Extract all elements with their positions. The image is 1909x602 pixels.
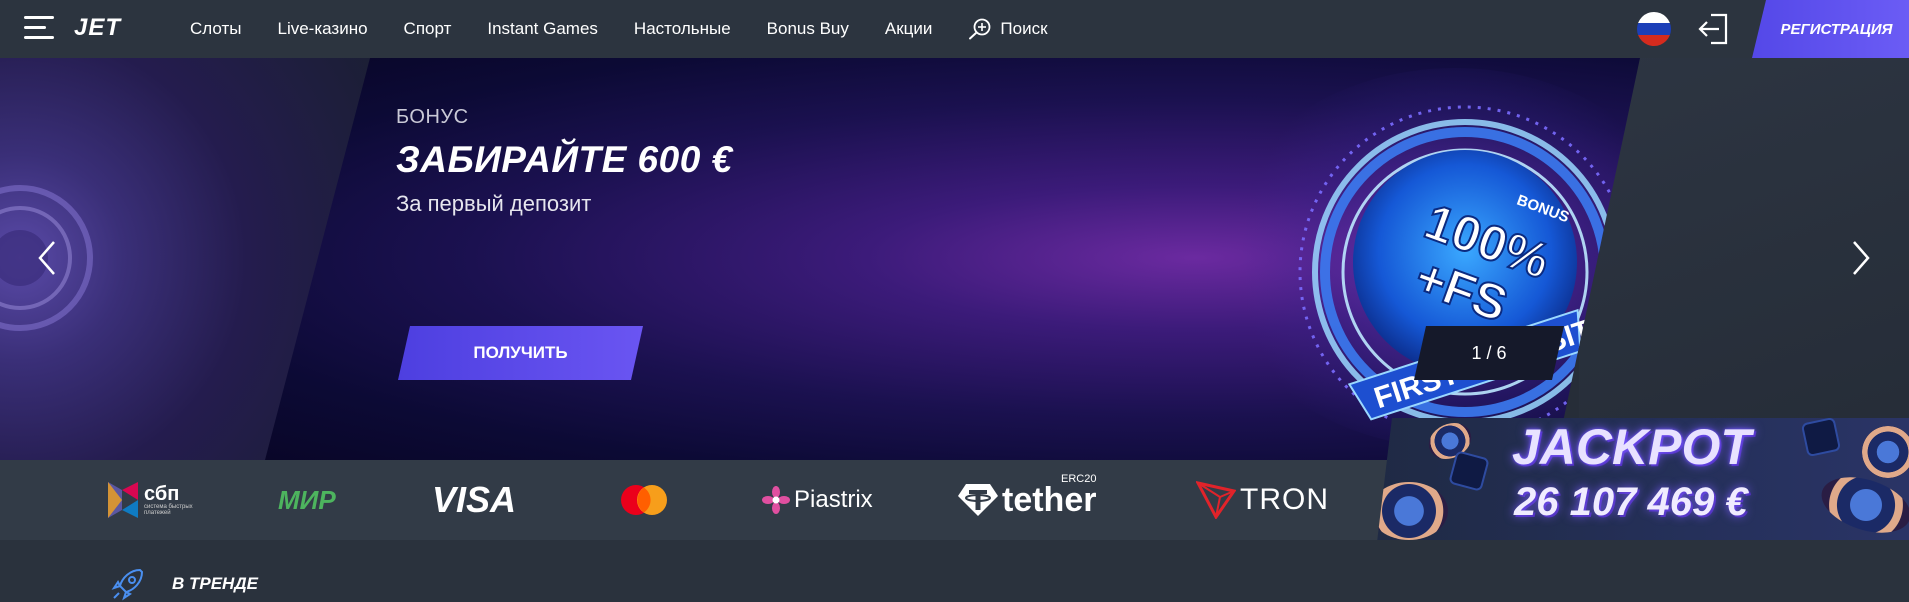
chevron-left-icon[interactable] — [32, 238, 62, 278]
payment-mir: МИР — [278, 476, 336, 524]
piastrix-label: Piastrix — [794, 486, 873, 513]
mastercard-logo-icon — [621, 485, 667, 515]
mir-label: МИР — [278, 484, 336, 515]
menu-icon[interactable] — [24, 16, 54, 40]
hero-subtitle: За первый депозит — [396, 191, 592, 216]
hero-title: ЗАБИРАЙТЕ 600 € — [396, 139, 733, 180]
chip-icon — [1814, 467, 1909, 543]
search-icon — [969, 18, 991, 40]
login-icon[interactable] — [1697, 12, 1731, 46]
tether-caption: ERC20 — [1061, 472, 1097, 485]
rocket-icon — [111, 568, 144, 601]
payment-tether: tether ERC20 — [958, 472, 1097, 524]
piastrix-logo-icon — [762, 486, 790, 514]
nav-item-table-games[interactable]: Настольные — [634, 19, 731, 39]
sbp-caption: система быстрых платежей — [144, 504, 193, 516]
payment-visa: VISA — [432, 476, 516, 524]
nav-item-live-casino[interactable]: Live-казино — [277, 19, 367, 39]
search-button[interactable]: Поиск — [968, 18, 1048, 40]
payment-mastercard — [620, 476, 668, 524]
jackpot-amount: 26 107 469 € — [1514, 480, 1748, 524]
tether-label: tether — [1002, 480, 1097, 519]
tron-logo-icon — [1196, 481, 1236, 519]
search-label: Поиск — [1000, 19, 1048, 38]
site-logo[interactable]: JET — [74, 14, 121, 42]
language-flag-icon[interactable] — [1637, 12, 1671, 46]
hero-text-block: БОНУС ЗАБИРАЙТЕ 600 € За первый депозит — [396, 106, 733, 217]
slide-counter: 1 / 6 — [1414, 326, 1564, 380]
reel-decoration-icon — [0, 185, 93, 331]
trending-title: В ТРЕНДЕ — [172, 574, 258, 593]
main-nav: Слоты Live-казино Спорт Instant Games На… — [172, 0, 1066, 58]
nav-item-promotions[interactable]: Акции — [885, 19, 933, 39]
nav-item-bonus-buy[interactable]: Bonus Buy — [767, 19, 849, 39]
nav-item-sport[interactable]: Спорт — [404, 19, 452, 39]
chevron-right-icon[interactable] — [1846, 238, 1876, 278]
payment-sbp: сбп система быстрых платежей — [108, 476, 194, 524]
top-header: JET Слоты Live-казино Спорт Instant Game… — [0, 0, 1909, 58]
trending-section: В ТРЕНДЕ — [0, 540, 1909, 601]
sbp-label: сбп — [144, 483, 180, 505]
visa-label: VISA — [432, 479, 517, 520]
dice-icon — [1448, 450, 1490, 492]
dice-icon — [1800, 418, 1842, 458]
register-button[interactable]: РЕГИСТРАЦИЯ — [1752, 0, 1909, 58]
payment-piastrix: Piastrix — [762, 476, 873, 524]
hero-carousel: BONUS 100% +FS FIRST DEPOSIT БОНУС ЗАБИР… — [0, 58, 1909, 460]
hero-kicker: БОНУС — [396, 106, 469, 128]
get-bonus-button[interactable]: ПОЛУЧИТЬ — [398, 326, 643, 380]
nav-item-slots[interactable]: Слоты — [190, 19, 241, 39]
tether-logo-icon — [958, 484, 998, 516]
sbp-logo-icon — [108, 482, 138, 518]
tron-label: TRON — [1240, 483, 1329, 516]
jackpot-title: JACKPOT — [1512, 419, 1751, 475]
chip-icon — [1862, 426, 1909, 478]
payment-tron: TRON — [1196, 476, 1329, 524]
nav-item-instant-games[interactable]: Instant Games — [487, 19, 598, 39]
